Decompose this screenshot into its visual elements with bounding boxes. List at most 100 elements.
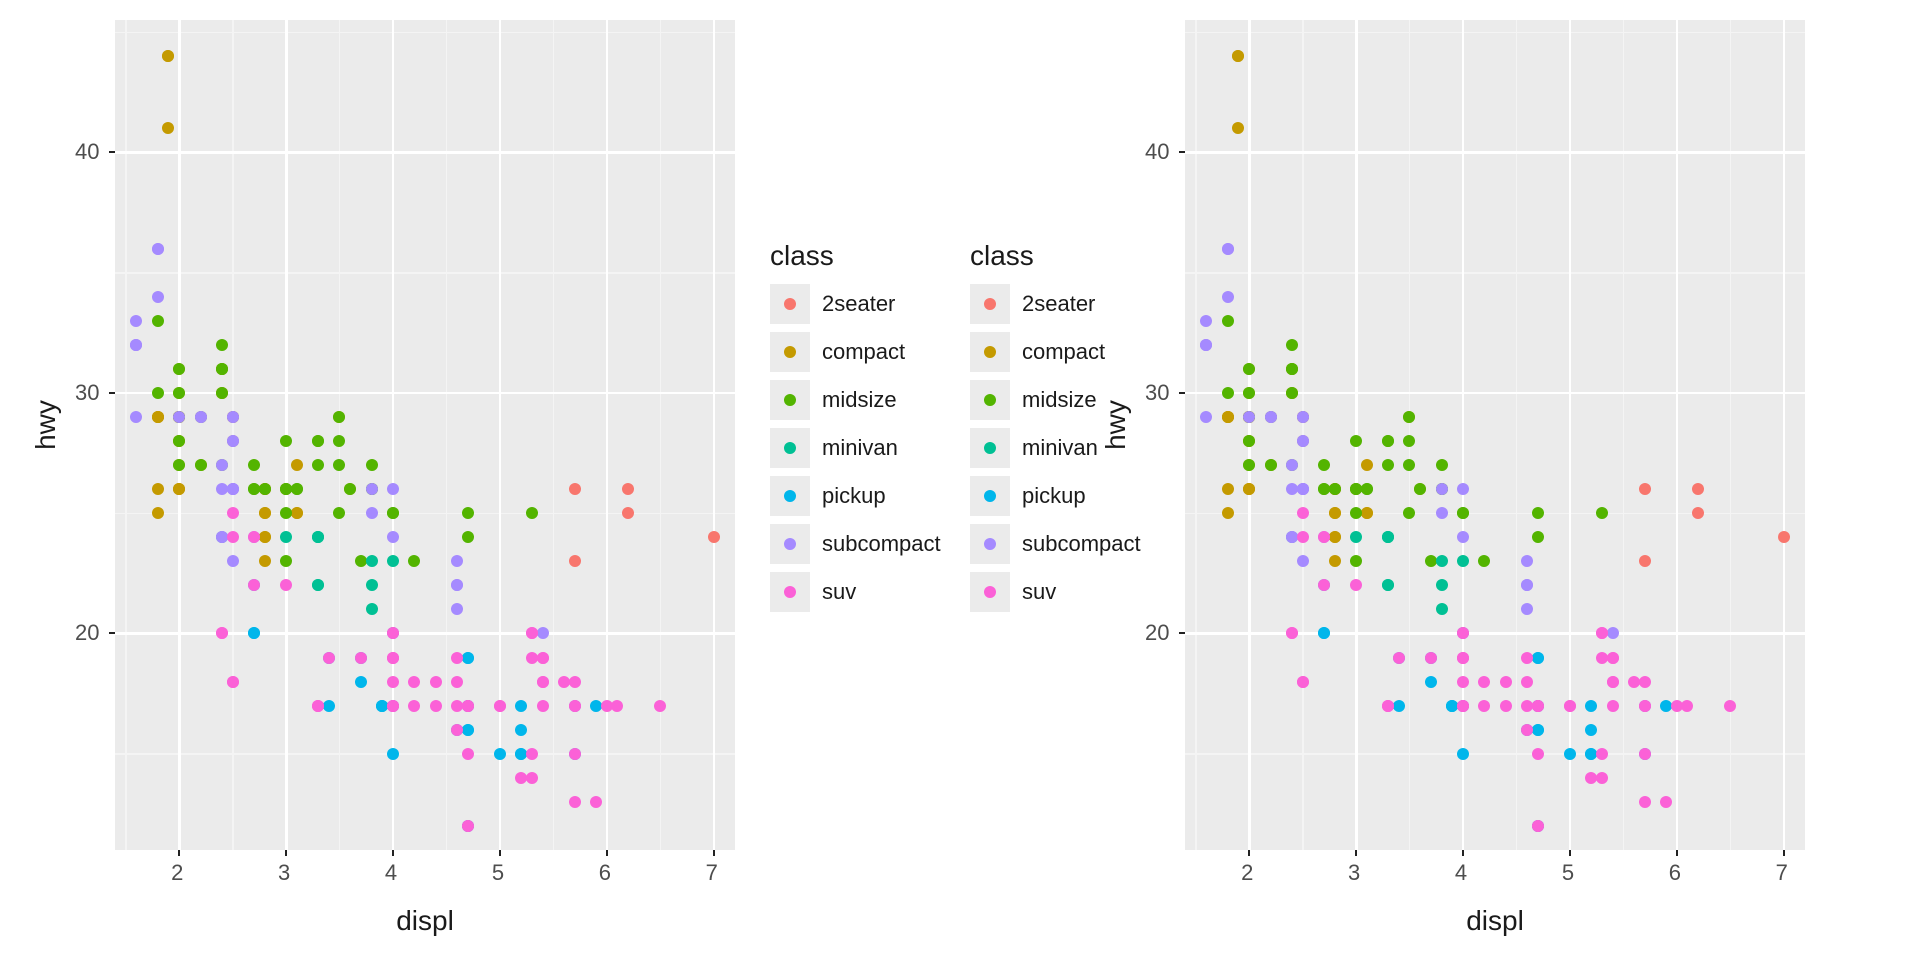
legend-dot-icon bbox=[984, 346, 996, 358]
legend-item-midsize: midsize bbox=[770, 380, 970, 420]
legend-dot-icon bbox=[984, 394, 996, 406]
data-point bbox=[1660, 796, 1672, 808]
data-point bbox=[312, 435, 324, 447]
data-point bbox=[259, 483, 271, 495]
grid-major-v bbox=[1569, 20, 1572, 850]
data-point bbox=[387, 652, 399, 664]
data-point bbox=[1500, 700, 1512, 712]
data-point bbox=[1361, 483, 1373, 495]
grid-minor-v bbox=[446, 20, 448, 850]
data-point bbox=[1350, 531, 1362, 543]
data-point bbox=[280, 435, 292, 447]
data-point bbox=[1532, 724, 1544, 736]
x-axis-title: displ bbox=[1455, 905, 1535, 937]
data-point bbox=[344, 483, 356, 495]
data-point bbox=[173, 483, 185, 495]
data-point bbox=[1318, 483, 1330, 495]
x-tick-mark bbox=[1248, 850, 1250, 856]
data-point bbox=[494, 700, 506, 712]
legend-label: pickup bbox=[822, 476, 886, 516]
data-point bbox=[1297, 531, 1309, 543]
data-point bbox=[1350, 507, 1362, 519]
grid-major-h bbox=[115, 392, 735, 395]
legend-item-subcompact: subcompact bbox=[770, 524, 970, 564]
data-point bbox=[1532, 820, 1544, 832]
y-tick-mark bbox=[1179, 151, 1185, 153]
data-point bbox=[462, 531, 474, 543]
data-point bbox=[1382, 531, 1394, 543]
data-point bbox=[1297, 411, 1309, 423]
data-point bbox=[1639, 700, 1651, 712]
grid-minor-v bbox=[660, 20, 662, 850]
legend-key bbox=[970, 380, 1010, 420]
x-tick-mark bbox=[1783, 850, 1785, 856]
plot-area-1 bbox=[1185, 20, 1805, 850]
data-point bbox=[1607, 627, 1619, 639]
grid-minor-h bbox=[1185, 513, 1805, 515]
data-point bbox=[1692, 483, 1704, 495]
data-point bbox=[1521, 676, 1533, 688]
data-point bbox=[1436, 555, 1448, 567]
data-point bbox=[1521, 555, 1533, 567]
data-point bbox=[387, 700, 399, 712]
legend-title: class bbox=[970, 240, 1034, 272]
grid-minor-v bbox=[125, 20, 127, 850]
data-point bbox=[162, 50, 174, 62]
legend-key bbox=[970, 524, 1010, 564]
legend-key bbox=[770, 476, 810, 516]
legend-key bbox=[970, 572, 1010, 612]
legend-item-minivan: minivan bbox=[770, 428, 970, 468]
data-point bbox=[173, 435, 185, 447]
x-axis-title: displ bbox=[385, 905, 465, 937]
x-tick-mark bbox=[1569, 850, 1571, 856]
data-point bbox=[1232, 122, 1244, 134]
legend-item-pickup: pickup bbox=[970, 476, 1170, 516]
legend-dot-icon bbox=[984, 586, 996, 598]
data-point bbox=[1457, 507, 1469, 519]
x-tick-label: 4 bbox=[1455, 860, 1467, 886]
data-point bbox=[569, 748, 581, 760]
grid-minor-h bbox=[1185, 272, 1805, 274]
legend-label: 2seater bbox=[1022, 284, 1095, 324]
data-point bbox=[1403, 411, 1415, 423]
data-point bbox=[451, 676, 463, 688]
data-point bbox=[526, 772, 538, 784]
legend-label: 2seater bbox=[822, 284, 895, 324]
data-point bbox=[1222, 507, 1234, 519]
grid-major-v bbox=[713, 20, 716, 850]
legend-dot-icon bbox=[784, 442, 796, 454]
data-point bbox=[1350, 579, 1362, 591]
data-point bbox=[1585, 700, 1597, 712]
data-point bbox=[227, 483, 239, 495]
data-point bbox=[1286, 459, 1298, 471]
data-point bbox=[1222, 387, 1234, 399]
data-point bbox=[248, 579, 260, 591]
data-point bbox=[1478, 676, 1490, 688]
y-tick-mark bbox=[1179, 632, 1185, 634]
data-point bbox=[366, 555, 378, 567]
data-point bbox=[366, 459, 378, 471]
legend-item-suv: suv bbox=[970, 572, 1170, 612]
data-point bbox=[1361, 507, 1373, 519]
data-point bbox=[1639, 483, 1651, 495]
data-point bbox=[1403, 435, 1415, 447]
data-point bbox=[387, 531, 399, 543]
x-tick-label: 7 bbox=[1776, 860, 1788, 886]
data-point bbox=[248, 531, 260, 543]
data-point bbox=[451, 603, 463, 615]
data-point bbox=[1393, 700, 1405, 712]
data-point bbox=[1436, 483, 1448, 495]
data-point bbox=[1607, 700, 1619, 712]
data-point bbox=[1457, 531, 1469, 543]
legend-label: subcompact bbox=[822, 524, 941, 564]
grid-minor-h bbox=[1185, 753, 1805, 755]
data-point bbox=[1222, 315, 1234, 327]
legend-dot-icon bbox=[784, 394, 796, 406]
legend-item-2seater: 2seater bbox=[970, 284, 1170, 324]
data-point bbox=[1681, 700, 1693, 712]
data-point bbox=[173, 363, 185, 375]
data-point bbox=[130, 411, 142, 423]
data-point bbox=[1457, 627, 1469, 639]
data-point bbox=[1521, 652, 1533, 664]
data-point bbox=[1265, 411, 1277, 423]
